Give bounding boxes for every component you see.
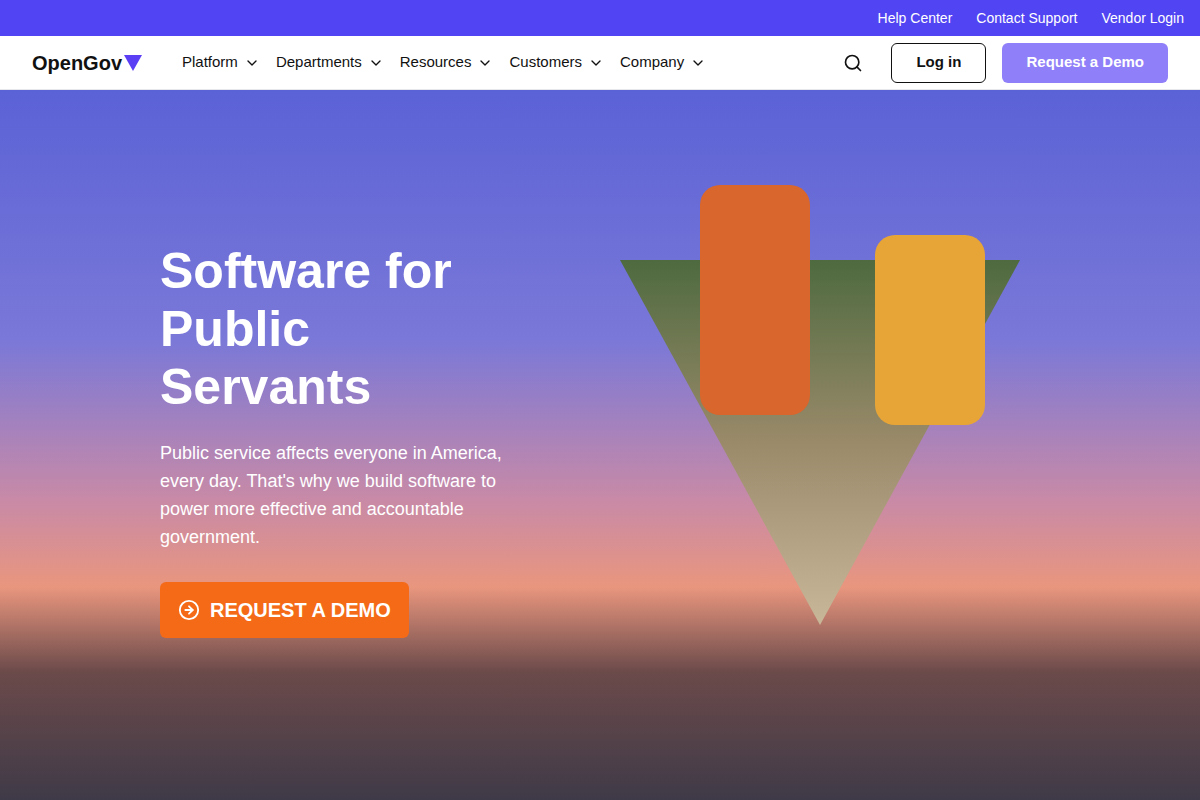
- utility-link[interactable]: Vendor Login: [1101, 8, 1184, 29]
- menu-item[interactable]: Customers: [509, 51, 604, 74]
- logo-triangle-icon: [124, 54, 142, 72]
- menu-item[interactable]: Departments: [276, 51, 384, 74]
- hero-photo-triangle: [620, 185, 1040, 625]
- hero: Software for Public Servants Public servi…: [0, 90, 1200, 800]
- hero-content: Software for Public Servants Public servi…: [0, 90, 560, 638]
- search-icon[interactable]: [843, 53, 863, 73]
- chevron-down-icon: [244, 55, 260, 71]
- nav-bar: OpenGov Platform Departments Resources Custo…: [0, 36, 1200, 90]
- utility-bar: Help Center Contact Support Vendor Login: [0, 0, 1200, 36]
- request-demo-button[interactable]: Request a Demo: [1002, 43, 1168, 83]
- chevron-down-icon: [368, 55, 384, 71]
- hero-cta-button[interactable]: REQUEST A DEMO: [160, 582, 409, 638]
- chevron-down-icon: [690, 55, 706, 71]
- logo[interactable]: OpenGov: [32, 48, 142, 78]
- menu-item[interactable]: Company: [620, 51, 706, 74]
- chevron-down-icon: [588, 55, 604, 71]
- menu-item[interactable]: Resources: [400, 51, 494, 74]
- page: Help Center Contact Support Vendor Login Op…: [0, 0, 1200, 800]
- hero-heading: Software for Public Servants: [160, 242, 490, 416]
- utility-link[interactable]: Contact Support: [976, 8, 1077, 29]
- hero-subtext: Public service affects everyone in Ameri…: [160, 440, 530, 552]
- utility-link[interactable]: Help Center: [878, 8, 953, 29]
- login-button[interactable]: Log in: [891, 43, 986, 83]
- arrow-circle-icon: [178, 599, 200, 621]
- menu-item[interactable]: Platform: [182, 51, 260, 74]
- chevron-down-icon: [477, 55, 493, 71]
- main-menu: Platform Departments Resources Customers Com…: [182, 51, 706, 74]
